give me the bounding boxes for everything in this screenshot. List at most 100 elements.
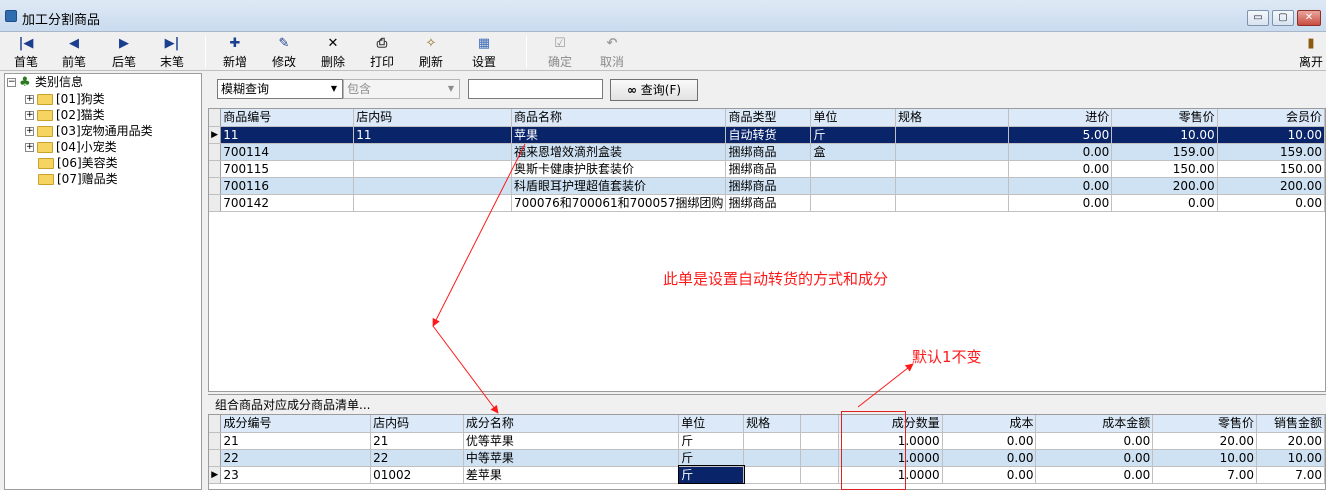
folder-icon [38,174,54,185]
app-window: 加工分割商品 ▭ ▢ ✕ |◀ 首笔 ◀ 前笔 ▶ 后笔 ▶| 末笔 ✚ 新增 ✎ 修改 ✕… [0,0,1326,490]
prev-record-button[interactable]: ◀ 前笔 [56,35,92,69]
chevron-down-icon: ▼ [330,84,338,93]
printer-icon: ⎙ [376,36,388,51]
undo-icon: ↶ [606,36,618,51]
tree-item[interactable]: [07]赠品类 [38,171,118,187]
col-sales-amount[interactable]: 销售金额 [1256,415,1325,433]
col-blank[interactable] [800,415,839,433]
eraser-icon: ✎ [278,36,290,51]
table-row[interactable]: 700115 奥斯卡健康护肤套装价 捆绑商品 0.00 150.00 150.00 [209,160,1325,178]
tree-root[interactable]: − ♣ 类别信息 [7,74,83,90]
col-spec[interactable]: 规格 [895,109,1009,127]
maximize-button[interactable]: ▢ [1272,10,1294,26]
cancel-button[interactable]: ↶ 取消 [594,35,630,69]
table-row[interactable]: ▶ 11 11 苹果 自动转货斤 5.00 10.00 10.00 [209,126,1325,144]
edit-button[interactable]: ✎ 修改 [266,35,302,69]
col-component-code[interactable]: 成分编号 [220,415,372,433]
tree-item[interactable]: + [02]猫类 [25,107,105,123]
add-button[interactable]: ✚ 新增 [217,35,253,69]
col-unit[interactable]: 单位 [678,415,745,433]
delete-button[interactable]: ✕ 删除 [315,35,351,69]
expand-icon[interactable]: + [25,111,34,120]
col-product-code[interactable]: 商品编号 [220,109,355,127]
refresh-button[interactable]: ✧ 刷新 [413,35,449,69]
last-icon: ▶| [164,36,180,51]
expand-icon[interactable]: + [25,95,34,104]
next-record-button[interactable]: ▶ 后笔 [106,35,142,69]
components-table: 成分编号 店内码 成分名称 单位 规格 成分数量 成本 成本金额 零售价 销售金… [209,415,1325,484]
table-row[interactable]: 700116 科盾眼耳护理超值套装价 捆绑商品 0.00 200.00 200.00 [209,177,1325,195]
unit-cell-editing[interactable]: 斤 [677,465,745,484]
settings-button[interactable]: ▦ 设置 [466,35,502,69]
collapse-icon[interactable]: − [7,78,16,87]
components-header: 成分编号 店内码 成分名称 单位 规格 成分数量 成本 成本金额 零售价 销售金… [209,415,1325,433]
annotation-note: 默认1不变 [912,348,982,366]
search-mode-select[interactable]: 模糊查询 ▼ [217,79,343,99]
first-record-button[interactable]: |◀ 首笔 [8,35,44,69]
col-product-type[interactable]: 商品类型 [725,109,812,127]
col-retail-price[interactable]: 零售价 [1111,109,1218,127]
exit-door-icon: ▮ [1307,36,1315,51]
col-spec[interactable]: 规格 [743,415,802,433]
table-row[interactable]: 22 22 中等苹果斤 1.0000 0.00 0.00 10.00 10.00 [209,449,1325,467]
close-button[interactable]: ✕ [1297,10,1321,26]
col-retail-price[interactable]: 零售价 [1152,415,1257,433]
app-icon [5,10,17,22]
confirm-button[interactable]: ☑ 确定 [542,35,578,69]
binoculars-icon: ∞ [626,83,637,97]
table-row[interactable]: 21 21 优等苹果斤 1.0000 0.00 0.00 20.00 20.00 [209,432,1325,450]
table-row[interactable]: ▶ 23 01002 差苹果斤 1.0000 0.00 0.00 7.00 7.00 [209,465,1325,484]
window-title: 加工分割商品 [22,13,101,28]
minimize-button[interactable]: ▭ [1247,10,1269,26]
toolbar-separator [526,36,527,68]
folder-icon [37,110,53,121]
col-product-name[interactable]: 商品名称 [511,109,727,127]
match-type-select[interactable]: 包含 ▼ [343,79,460,99]
highlight-box [841,411,906,490]
folder-icon [37,126,53,137]
add-icon: ✚ [229,36,241,51]
settings-icon: ▦ [477,36,491,51]
products-header: 商品编号 店内码 商品名称 商品类型 单位 规格 进价 零售价 会员价 [209,109,1325,127]
chevron-down-icon: ▼ [447,84,455,93]
table-row[interactable]: 700142 700076和700061和700057捆绑团购 捆绑商品 0.00 0.… [209,194,1325,212]
expand-icon[interactable]: + [25,127,34,136]
title-bar: 加工分割商品 ▭ ▢ ✕ [0,0,1326,32]
delete-icon: ✕ [327,36,339,51]
last-record-button[interactable]: ▶| 末笔 [154,35,190,69]
confirm-icon: ☑ [554,36,566,51]
tree-item[interactable]: [06]美容类 [38,155,118,171]
category-tree: − ♣ 类别信息 + [01]狗类 + [02]猫类 + [03]宠物通用品类 + [04]… [4,73,202,490]
col-store-code[interactable]: 店内码 [353,109,512,127]
products-table: 商品编号 店内码 商品名称 商品类型 单位 规格 进价 零售价 会员价 ▶ 11… [209,109,1325,212]
col-purchase-price[interactable]: 进价 [1008,109,1113,127]
search-input[interactable] [468,79,603,99]
prev-icon: ◀ [69,36,79,51]
components-grid: 成分编号 店内码 成分名称 单位 规格 成分数量 成本 成本金额 零售价 销售金… [208,414,1326,490]
tree-item[interactable]: + [01]狗类 [25,91,105,107]
toolbar: |◀ 首笔 ◀ 前笔 ▶ 后笔 ▶| 末笔 ✚ 新增 ✎ 修改 ✕ 删除 ⎙ 打印 ✧ 刷新 ▦ 设… [0,33,1326,71]
next-icon: ▶ [119,36,129,51]
print-button[interactable]: ⎙ 打印 [364,35,400,69]
query-button[interactable]: ∞ 查询(F) [610,79,698,101]
folder-icon [37,94,53,105]
tree-item[interactable]: + [04]小宠类 [25,139,117,155]
col-cost[interactable]: 成本 [942,415,1037,433]
expand-icon[interactable]: + [25,143,34,152]
components-caption: 组合商品对应成分商品清单... [208,394,1326,414]
annotation-note: 此单是设置自动转货的方式和成分 [663,270,889,288]
col-cost-amount[interactable]: 成本金额 [1035,415,1154,433]
col-store-code[interactable]: 店内码 [370,415,464,433]
exit-button[interactable]: ▮ 离开 [1296,35,1326,69]
products-grid: 商品编号 店内码 商品名称 商品类型 单位 规格 进价 零售价 会员价 ▶ 11… [208,108,1326,392]
col-member-price[interactable]: 会员价 [1217,109,1325,127]
col-unit[interactable]: 单位 [810,109,896,127]
broom-icon: ✧ [425,36,437,51]
toolbar-separator [205,36,206,68]
tree-item[interactable]: + [03]宠物通用品类 [25,123,153,139]
row-pointer-icon: ▶ [209,126,222,144]
palm-tree-icon: ♣ [19,74,31,90]
table-row[interactable]: 700114 福来恩增效滴剂盒装 捆绑商品盒 0.00 159.00 159.00 [209,143,1325,161]
folder-icon [37,142,53,153]
col-component-name[interactable]: 成分名称 [463,415,680,433]
